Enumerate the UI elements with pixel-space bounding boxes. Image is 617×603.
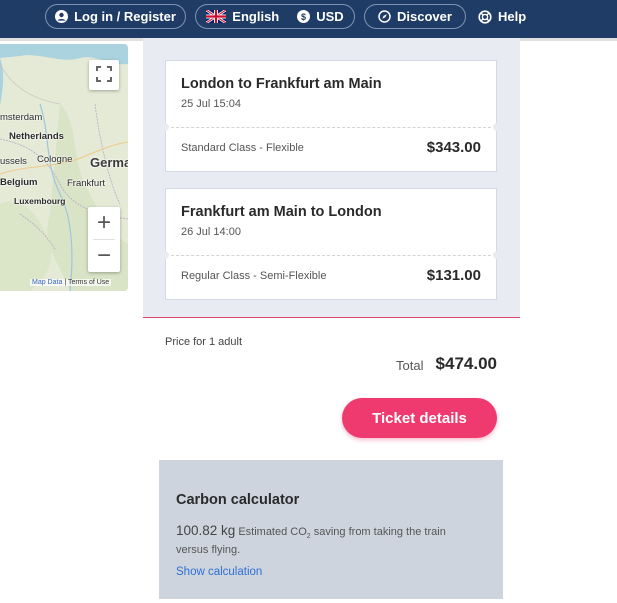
map-label-brussels: ussels [0, 156, 27, 167]
map-label-luxembourg: Luxembourg [14, 196, 66, 206]
map-zoom-controls: + − [88, 207, 120, 272]
card-divider [166, 255, 496, 256]
carbon-amount: 100.82 kg [176, 523, 236, 538]
journey-card-return: Frankfurt am Main to London 26 Jul 14:00… [161, 188, 501, 300]
journey-datetime: 26 Jul 14:00 [181, 226, 241, 238]
language-currency-button[interactable]: English $ USD [195, 4, 355, 29]
carbon-title: Carbon calculator [176, 492, 300, 508]
show-calculation-link[interactable]: Show calculation [176, 566, 262, 578]
map-footer: Map Data | Terms of Use [30, 279, 112, 286]
fullscreen-button[interactable] [89, 60, 119, 90]
login-register-label: Log in / Register [74, 9, 176, 24]
fare-class: Regular Class - Semi-Flexible [181, 270, 327, 282]
terms-of-use-link[interactable]: Terms of Use [68, 279, 109, 286]
map-label-netherlands: Netherlands [9, 131, 64, 142]
help-link[interactable]: Help [478, 4, 526, 29]
dollar-coin-icon: $ [297, 10, 311, 23]
map-data-link[interactable]: Map Data [32, 279, 62, 286]
fare-class: Standard Class - Flexible [181, 142, 304, 154]
ticket-details-button[interactable]: Ticket details [342, 398, 497, 438]
carbon-saving-text-line2: versus flying. [176, 544, 241, 556]
login-register-button[interactable]: Log in / Register [45, 4, 186, 29]
zoom-out-button[interactable]: − [88, 240, 120, 272]
route-map[interactable]: msterdam Netherlands ussels Cologne Germ… [0, 44, 128, 291]
carbon-saving-text: 100.82 kg Estimated CO2 saving from takin… [176, 523, 446, 541]
help-label: Help [498, 9, 527, 24]
card-divider [166, 127, 496, 128]
journey-route: Frankfurt am Main to London [181, 204, 382, 220]
total-label: Total [396, 358, 424, 373]
top-nav-bar: Log in / Register English $ USD Discover… [0, 0, 617, 41]
fare-price: $343.00 [426, 139, 481, 156]
map-label-belgium: Belgium [0, 177, 38, 188]
language-label: English [232, 9, 280, 24]
price-for-adults: Price for 1 adult [165, 336, 243, 348]
map-label-amsterdam: msterdam [0, 112, 43, 123]
discover-button[interactable]: Discover [364, 4, 466, 29]
compass-icon [378, 10, 391, 23]
uk-flag-icon [205, 8, 228, 25]
currency-label: USD [316, 9, 344, 24]
map-label-cologne: Cologne [37, 154, 73, 165]
zoom-in-button[interactable]: + [88, 207, 120, 239]
total-price: $474.00 [435, 354, 497, 373]
user-icon [55, 10, 69, 23]
discover-label: Discover [397, 9, 452, 24]
map-label-germany: Germa [90, 155, 128, 170]
journey-datetime: 25 Jul 15:04 [181, 98, 241, 110]
journey-route: London to Frankfurt am Main [181, 76, 382, 92]
lifebuoy-icon [478, 9, 492, 24]
map-label-frankfurt: Frankfurt [67, 178, 106, 189]
svg-text:$: $ [301, 12, 306, 22]
fare-price: $131.00 [426, 267, 481, 284]
journey-card-outbound: London to Frankfurt am Main 25 Jul 15:04… [161, 60, 501, 172]
carbon-calculator: Carbon calculator 100.82 kg Estimated CO2… [159, 460, 503, 599]
fullscreen-icon [96, 62, 112, 88]
